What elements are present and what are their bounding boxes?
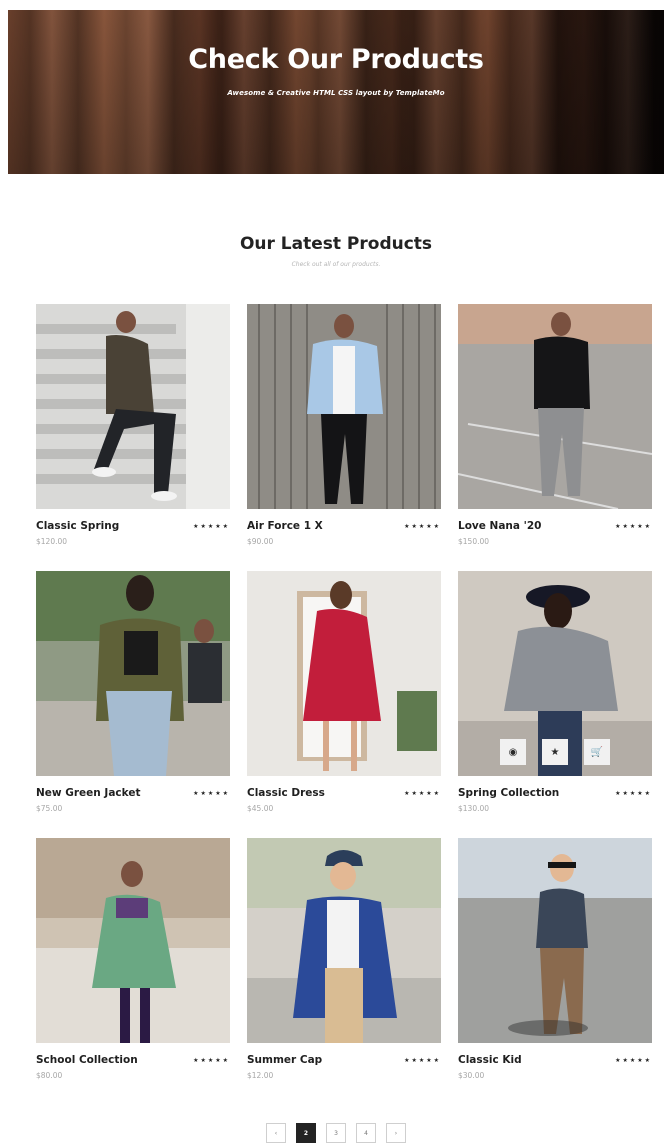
product-rating: ★★★★★ bbox=[404, 790, 441, 797]
product-name[interactable]: Air Force 1 X bbox=[247, 520, 323, 532]
product-rating: ★★★★★ bbox=[193, 523, 230, 530]
pagination-page-2[interactable]: 2 bbox=[296, 1123, 316, 1143]
product-photo bbox=[36, 838, 230, 1043]
product-image[interactable] bbox=[247, 571, 441, 776]
product-price: $45.00 bbox=[247, 804, 274, 813]
product-hover-actions: ◉ ★ 🛒 bbox=[500, 739, 610, 767]
pagination: ‹ 2 3 4 › bbox=[0, 1123, 672, 1143]
product-image[interactable] bbox=[458, 304, 652, 509]
product-rating: ★★★★★ bbox=[404, 1057, 441, 1064]
product-photo bbox=[247, 571, 441, 776]
product-rating: ★★★★★ bbox=[404, 523, 441, 530]
product-card[interactable]: Air Force 1 X $90.00 ★★★★★ bbox=[247, 304, 441, 564]
product-photo bbox=[458, 838, 652, 1043]
product-card[interactable]: Classic Dress $45.00 ★★★★★ bbox=[247, 571, 441, 831]
product-photo bbox=[36, 571, 230, 776]
product-image[interactable] bbox=[36, 304, 230, 509]
pagination-prev[interactable]: ‹ bbox=[266, 1123, 286, 1143]
product-card[interactable]: New Green Jacket $75.00 ★★★★★ bbox=[36, 571, 230, 831]
product-name[interactable]: New Green Jacket bbox=[36, 787, 141, 799]
product-price: $80.00 bbox=[36, 1071, 63, 1080]
product-photo bbox=[36, 304, 230, 509]
product-price: $75.00 bbox=[36, 804, 63, 813]
product-name[interactable]: Summer Cap bbox=[247, 1054, 322, 1066]
hero-banner: Check Our Products Awesome & Creative HT… bbox=[8, 10, 664, 174]
product-image[interactable] bbox=[458, 838, 652, 1043]
star-icon[interactable]: ★ bbox=[542, 739, 568, 765]
product-name[interactable]: School Collection bbox=[36, 1054, 138, 1066]
product-price: $120.00 bbox=[36, 537, 68, 546]
cart-icon[interactable]: 🛒 bbox=[584, 739, 610, 765]
product-rating: ★★★★★ bbox=[615, 523, 652, 530]
product-price: $150.00 bbox=[458, 537, 490, 546]
hero-title: Check Our Products bbox=[188, 44, 484, 75]
product-card[interactable]: Love Nana '20 $150.00 ★★★★★ bbox=[458, 304, 652, 564]
product-image[interactable] bbox=[247, 304, 441, 509]
section-title: Our Latest Products bbox=[239, 234, 433, 254]
product-photo bbox=[247, 838, 441, 1043]
product-card[interactable]: School Collection $80.00 ★★★★★ bbox=[36, 838, 230, 1098]
product-rating: ★★★★★ bbox=[193, 1057, 230, 1064]
product-name[interactable]: Classic Kid bbox=[458, 1054, 522, 1066]
product-name[interactable]: Classic Dress bbox=[247, 787, 325, 799]
product-name[interactable]: Spring Collection bbox=[458, 787, 559, 799]
pagination-page-4[interactable]: 4 bbox=[356, 1123, 376, 1143]
product-photo bbox=[458, 304, 652, 509]
product-card[interactable]: ◉ ★ 🛒 Spring Collection $130.00 ★★★★★ bbox=[458, 571, 652, 831]
product-rating: ★★★★★ bbox=[615, 790, 652, 797]
eye-icon[interactable]: ◉ bbox=[500, 739, 526, 765]
product-grid: Classic Spring $120.00 ★★★★★ Air Force 1… bbox=[36, 304, 652, 1084]
pagination-next[interactable]: › bbox=[386, 1123, 406, 1143]
section-subtitle: Check out all of our products. bbox=[291, 261, 381, 268]
product-rating: ★★★★★ bbox=[193, 790, 230, 797]
product-name[interactable]: Classic Spring bbox=[36, 520, 119, 532]
product-photo bbox=[247, 304, 441, 509]
product-name[interactable]: Love Nana '20 bbox=[458, 520, 541, 532]
product-rating: ★★★★★ bbox=[615, 1057, 652, 1064]
product-card[interactable]: Summer Cap $12.00 ★★★★★ bbox=[247, 838, 441, 1098]
product-price: $30.00 bbox=[458, 1071, 485, 1080]
product-image[interactable] bbox=[36, 571, 230, 776]
product-price: $90.00 bbox=[247, 537, 274, 546]
product-card[interactable]: Classic Kid $30.00 ★★★★★ bbox=[458, 838, 652, 1098]
product-price: $130.00 bbox=[458, 804, 490, 813]
product-image[interactable] bbox=[36, 838, 230, 1043]
hero-subtitle: Awesome & Creative HTML CSS layout by Te… bbox=[227, 89, 445, 97]
product-card[interactable]: Classic Spring $120.00 ★★★★★ bbox=[36, 304, 230, 564]
product-image[interactable] bbox=[247, 838, 441, 1043]
product-price: $12.00 bbox=[247, 1071, 274, 1080]
pagination-page-3[interactable]: 3 bbox=[326, 1123, 346, 1143]
